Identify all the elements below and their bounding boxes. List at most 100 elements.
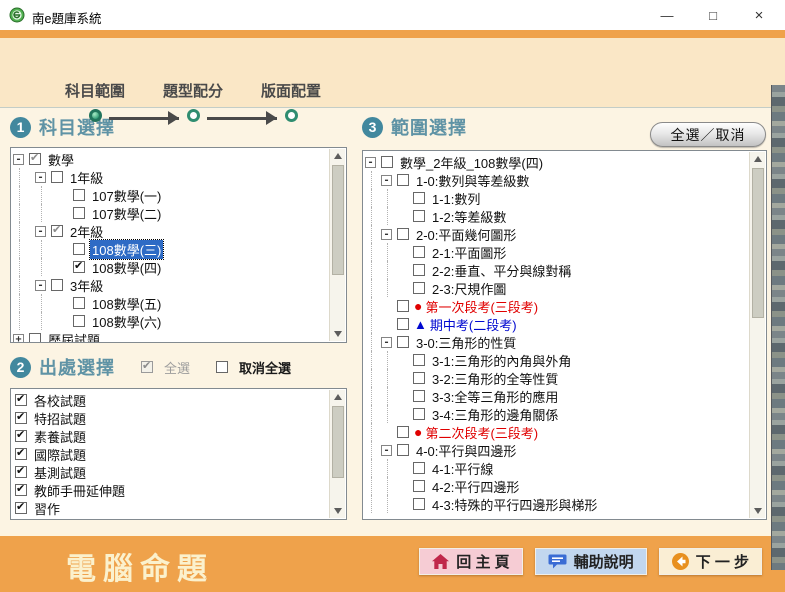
item-checkbox[interactable]	[73, 207, 85, 219]
tree-item-label[interactable]: 1-0:數列與等差級數	[414, 171, 531, 190]
tree-item[interactable]: 108數學(五)	[13, 294, 328, 312]
tree-item-label[interactable]: 3-4:三角形的邊角關係	[430, 405, 560, 424]
tree-expander-minus-icon[interactable]: -	[365, 156, 376, 168]
tree-item[interactable]: 107數學(一)	[13, 186, 328, 204]
tree-item[interactable]: 4-1:平行線	[365, 459, 748, 477]
item-checkbox[interactable]	[15, 464, 27, 478]
tree-item-label[interactable]: 3-1:三角形的內角與外角	[430, 351, 573, 370]
help-button[interactable]: 輔助說明	[534, 548, 647, 575]
list-item[interactable]: 國際試題	[13, 445, 328, 463]
item-checkbox[interactable]	[397, 336, 409, 348]
item-checkbox[interactable]	[29, 151, 41, 165]
deselect-all-checkbox[interactable]	[216, 361, 229, 373]
tree-item[interactable]: - 3年級	[13, 276, 328, 294]
tree-item-label[interactable]: 3年級	[68, 276, 105, 295]
item-checkbox[interactable]	[15, 446, 27, 460]
tree-item-label[interactable]: 數學_2年級_108數學(四)	[398, 153, 545, 172]
item-checkbox[interactable]	[15, 392, 27, 406]
scroll-down-arrow-icon[interactable]	[330, 503, 346, 518]
tree-item[interactable]: 第一次段考(三段考)	[365, 297, 748, 315]
scroll-up-arrow-icon[interactable]	[750, 152, 766, 167]
tree-item-label[interactable]: 2-3:尺規作圖	[430, 279, 508, 298]
tree-expander-minus-icon[interactable]: -	[35, 279, 46, 291]
item-checkbox[interactable]	[15, 428, 27, 442]
scroll-up-arrow-icon[interactable]	[330, 390, 346, 405]
tree-expander-minus-icon[interactable]: -	[35, 171, 46, 183]
scrollbar-thumb[interactable]	[332, 165, 344, 275]
tree-item[interactable]: - 2-0:平面幾何圖形	[365, 225, 748, 243]
tree-item[interactable]: - 1-0:數列與等差級數	[365, 171, 748, 189]
list-item-label[interactable]: 習作類題	[32, 517, 88, 520]
tree-item[interactable]: 3-4:三角形的邊角關係	[365, 405, 748, 423]
item-checkbox[interactable]	[413, 372, 425, 384]
range-tree-scrollbar[interactable]	[749, 152, 765, 518]
scroll-down-arrow-icon[interactable]	[330, 326, 346, 341]
item-checkbox[interactable]	[413, 462, 425, 474]
item-checkbox[interactable]	[397, 444, 409, 456]
item-checkbox[interactable]	[51, 171, 63, 183]
step-2[interactable]: 題型配分	[162, 82, 224, 122]
tree-item[interactable]: 期中考(二段考)	[365, 315, 748, 333]
tree-item[interactable]: 1-2:等差級數	[365, 207, 748, 225]
item-checkbox[interactable]	[413, 480, 425, 492]
scrollbar-thumb[interactable]	[332, 406, 344, 478]
tree-item[interactable]: - 數學	[13, 150, 328, 168]
tree-item[interactable]: 2-1:平面圖形	[365, 243, 748, 261]
tree-item-label[interactable]: 4-0:平行與四邊形	[414, 441, 518, 460]
tree-item-label[interactable]: 1年級	[68, 168, 105, 187]
item-checkbox[interactable]	[413, 408, 425, 420]
tree-item-label[interactable]: 108數學(四)	[90, 258, 163, 277]
tree-item[interactable]: 2-2:垂直、平分與線對稱	[365, 261, 748, 279]
item-checkbox[interactable]	[73, 243, 85, 255]
list-item[interactable]: 教師手冊延伸題	[13, 481, 328, 499]
tree-item-label[interactable]: 2-1:平面圖形	[430, 243, 508, 262]
tree-item-label[interactable]: 2-0:平面幾何圖形	[414, 225, 518, 244]
source-list-scrollbar[interactable]	[329, 390, 345, 518]
step-1[interactable]: 科目範圍	[64, 82, 126, 122]
item-checkbox[interactable]	[397, 174, 409, 186]
maximize-button[interactable]: □	[696, 0, 730, 30]
tree-item[interactable]: - 數學_2年級_108數學(四)	[365, 153, 748, 171]
tree-item-label[interactable]: 1-1:數列	[430, 189, 482, 208]
tree-item-label[interactable]: 108數學(六)	[90, 312, 163, 331]
item-checkbox[interactable]	[413, 354, 425, 366]
tree-item-label[interactable]: 3-0:三角形的性質	[414, 333, 518, 352]
item-checkbox[interactable]	[73, 259, 85, 273]
item-checkbox[interactable]	[413, 246, 425, 258]
list-item[interactable]: 習作	[13, 499, 328, 517]
list-item[interactable]: 各校試題	[13, 391, 328, 409]
tree-item[interactable]: 108數學(四)	[13, 258, 328, 276]
tree-item-label[interactable]: 4-1:平行線	[430, 459, 495, 478]
tree-item-label[interactable]: 3-2:三角形的全等性質	[430, 369, 560, 388]
tree-item[interactable]: 第二次段考(三段考)	[365, 423, 748, 441]
tree-item-label[interactable]: 2年級	[68, 222, 105, 241]
tree-item-label[interactable]: 期中考(二段考)	[428, 315, 519, 334]
tree-item[interactable]: 108數學(三)	[13, 238, 328, 260]
tree-item-label[interactable]: 數學	[46, 150, 76, 169]
item-checkbox[interactable]	[413, 264, 425, 276]
list-item-label[interactable]: 國際試題	[32, 445, 88, 464]
tree-expander-minus-icon[interactable]: -	[381, 336, 392, 348]
select-all-toggle-button[interactable]: 全選／取消	[650, 122, 766, 147]
item-checkbox[interactable]	[397, 228, 409, 240]
item-checkbox[interactable]	[51, 279, 63, 291]
tree-item[interactable]: 3-1:三角形的內角與外角	[365, 351, 748, 369]
tree-item-label[interactable]: 108數學(三)	[88, 238, 165, 260]
tree-item[interactable]: 2-3:尺規作圖	[365, 279, 748, 297]
item-checkbox[interactable]	[397, 300, 409, 312]
item-checkbox[interactable]	[73, 189, 85, 201]
item-checkbox[interactable]	[413, 210, 425, 222]
scroll-up-arrow-icon[interactable]	[330, 149, 346, 164]
item-checkbox[interactable]	[397, 318, 409, 330]
tree-item[interactable]: 3-2:三角形的全等性質	[365, 369, 748, 387]
tree-item[interactable]: 107數學(二)	[13, 204, 328, 222]
close-button[interactable]: ×	[742, 0, 776, 30]
tree-item[interactable]: + 歷屆試題	[13, 330, 328, 342]
item-checkbox[interactable]	[413, 390, 425, 402]
item-checkbox[interactable]	[413, 192, 425, 204]
tree-item-label[interactable]: 第二次段考(三段考)	[423, 423, 540, 442]
item-checkbox[interactable]	[15, 500, 27, 514]
tree-expander-minus-icon[interactable]: -	[13, 153, 24, 165]
select-all-checkbox[interactable]	[141, 359, 153, 373]
list-item-label[interactable]: 基測試題	[32, 463, 88, 482]
